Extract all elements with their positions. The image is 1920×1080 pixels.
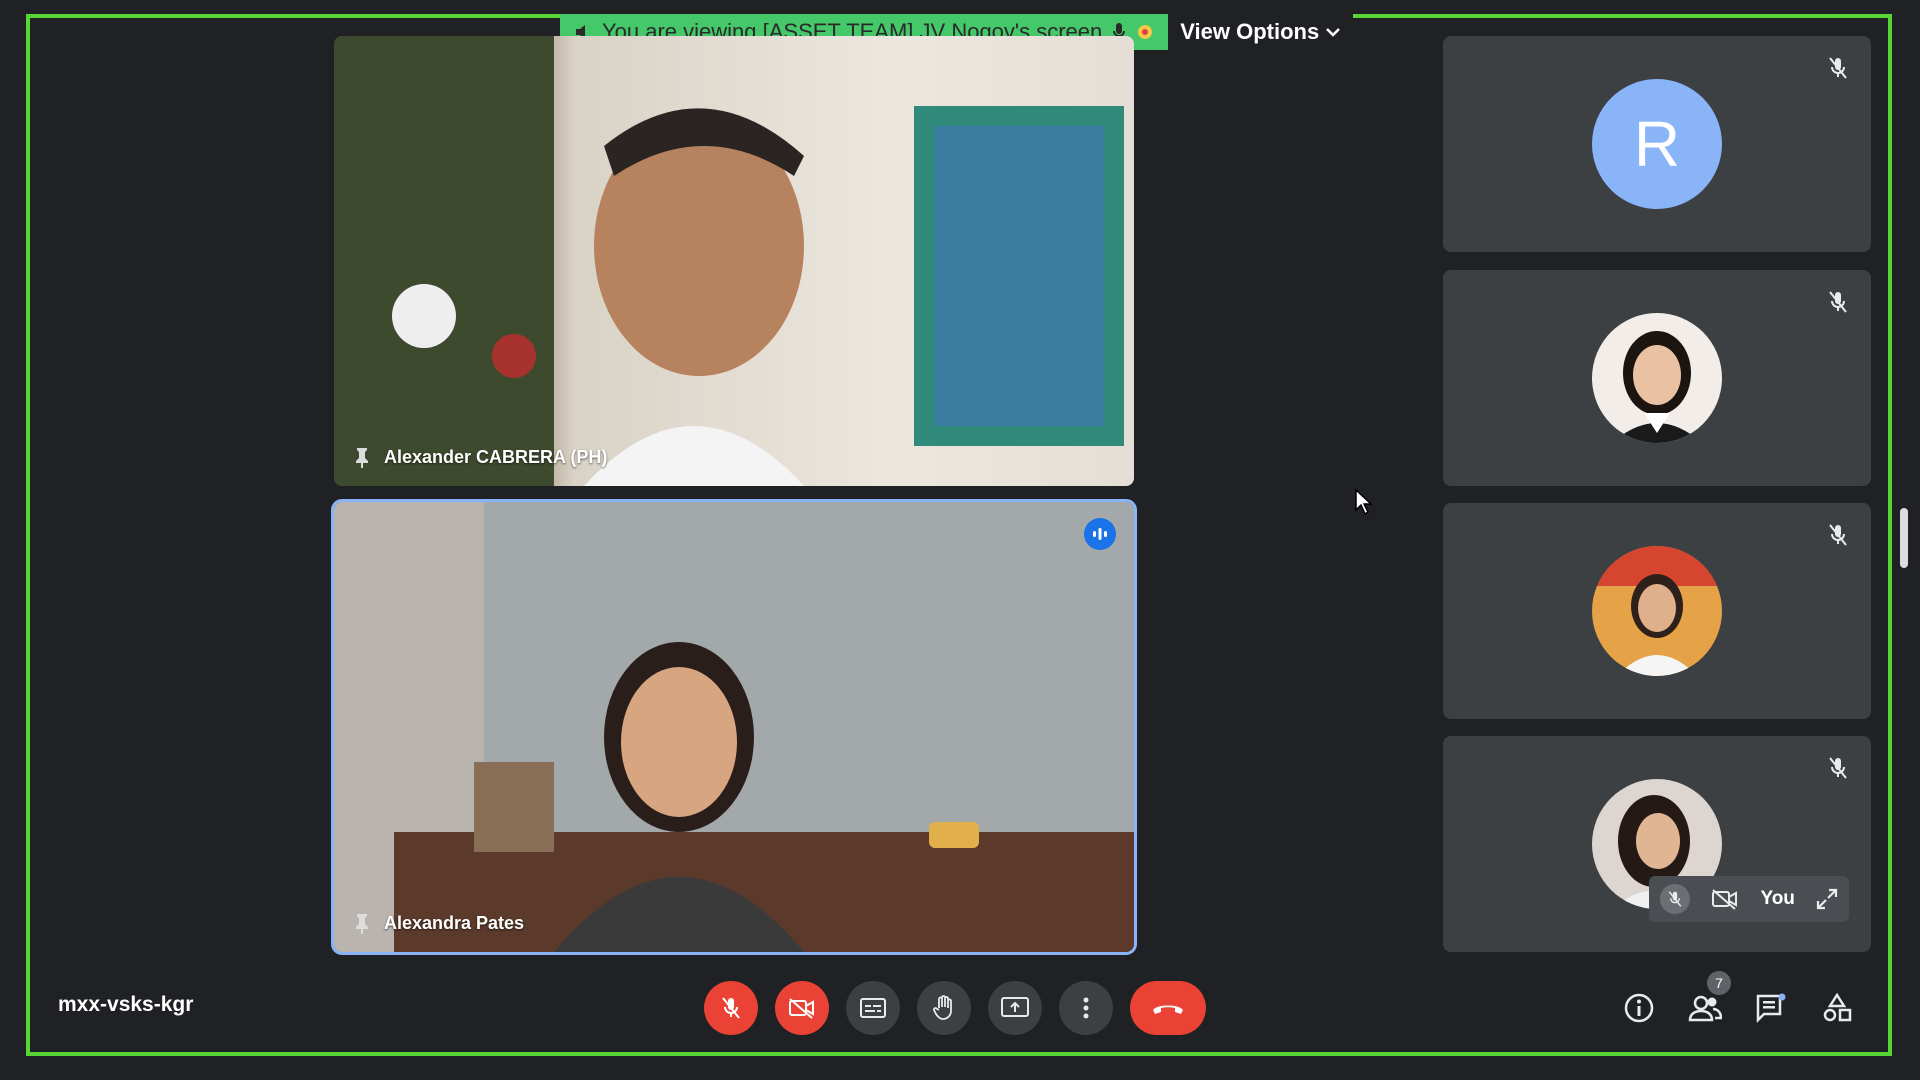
participant-name: Alexander CABRERA (PH) xyxy=(384,446,608,467)
speaking-indicator-icon xyxy=(1084,518,1116,550)
leave-call-button[interactable] xyxy=(1130,981,1206,1035)
participant-video-image xyxy=(334,36,1124,486)
microphone-toggle-button[interactable] xyxy=(704,981,758,1035)
self-view-controls: You xyxy=(1649,876,1849,922)
mic-off-icon xyxy=(1668,891,1682,907)
hang-up-icon xyxy=(1153,1005,1183,1014)
view-options-label: View Options xyxy=(1180,19,1320,44)
video-tile-alexandra[interactable]: Alexandra Pates xyxy=(331,499,1137,955)
side-panel-scrollbar[interactable] xyxy=(1900,508,1908,568)
participant-tile-2[interactable] xyxy=(1443,270,1871,486)
camera-toggle-button[interactable] xyxy=(775,981,829,1035)
camera-off-icon[interactable] xyxy=(1711,888,1739,910)
present-screen-button[interactable] xyxy=(988,981,1042,1035)
participant-video-image xyxy=(334,502,1134,952)
raise-hand-button[interactable] xyxy=(917,981,971,1035)
participant-name-label: Alexandra Pates xyxy=(354,912,524,934)
mic-off-icon xyxy=(1829,757,1847,779)
camera-off-icon xyxy=(789,998,814,1019)
mouse-cursor-icon xyxy=(1355,488,1373,516)
video-tile-alexander[interactable]: Alexander CABRERA (PH) xyxy=(334,36,1134,486)
pin-icon[interactable] xyxy=(354,446,370,468)
view-options-button[interactable]: View Options xyxy=(1168,14,1354,50)
avatar xyxy=(1592,546,1722,676)
hand-icon xyxy=(933,995,952,1020)
pin-icon[interactable] xyxy=(354,912,370,934)
self-mic-off-button[interactable] xyxy=(1659,884,1690,914)
more-vertical-icon xyxy=(1083,997,1089,1019)
participant-name-label: Alexander CABRERA (PH) xyxy=(354,446,607,468)
info-icon xyxy=(1624,993,1654,1023)
mic-off-icon xyxy=(1829,57,1847,79)
mic-off-icon xyxy=(1829,291,1847,313)
captions-icon xyxy=(860,998,886,1018)
activities-icon xyxy=(1823,993,1852,1022)
more-options-button[interactable] xyxy=(1059,981,1113,1035)
chevron-down-icon xyxy=(1326,28,1341,37)
participant-name: Alexandra Pates xyxy=(384,912,525,933)
mic-off-icon xyxy=(1829,524,1847,546)
participants-count-badge: 7 xyxy=(1707,971,1731,995)
self-label: You xyxy=(1760,888,1795,909)
people-icon xyxy=(1688,995,1722,1022)
avatar xyxy=(1592,313,1722,443)
expand-icon[interactable] xyxy=(1816,888,1838,910)
meeting-info-button[interactable] xyxy=(1617,986,1661,1030)
participant-tile-3[interactable] xyxy=(1443,503,1871,719)
chat-button[interactable] xyxy=(1749,986,1793,1030)
participant-tile-r[interactable]: R xyxy=(1443,36,1871,252)
chat-icon xyxy=(1756,993,1786,1023)
activities-button[interactable] xyxy=(1815,986,1859,1030)
mic-off-icon xyxy=(722,997,740,1019)
captions-button[interactable] xyxy=(846,981,900,1035)
present-icon xyxy=(1001,997,1029,1017)
participant-tile-self[interactable]: You xyxy=(1443,736,1871,952)
meeting-code: mxx-vsks-kgr xyxy=(58,993,194,1016)
avatar-letter: R xyxy=(1592,79,1722,209)
status-dot-icon xyxy=(1138,25,1153,39)
